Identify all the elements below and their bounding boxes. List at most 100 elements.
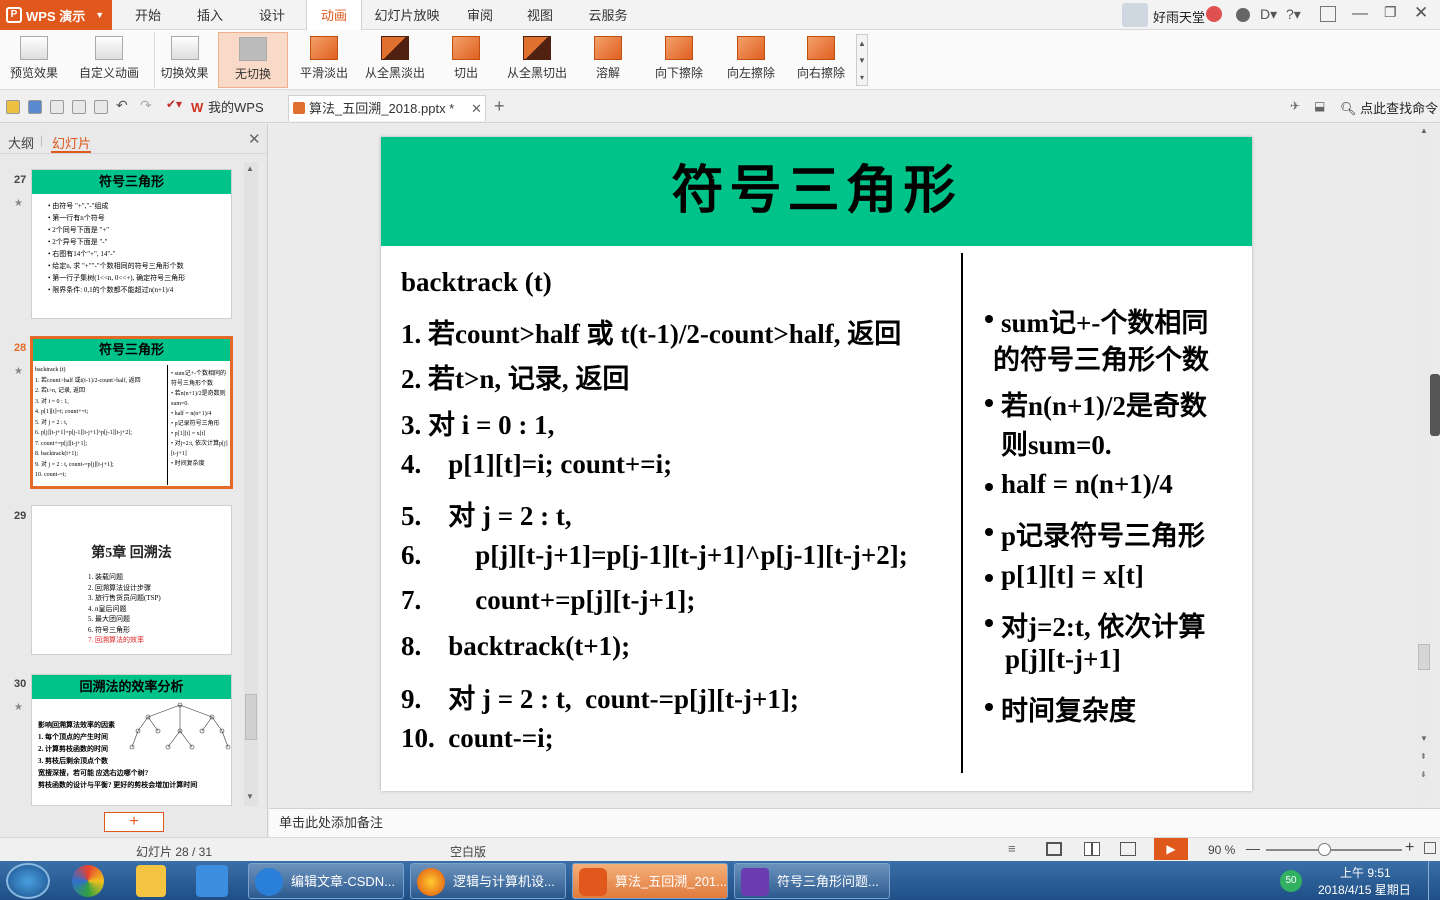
switch-effect-button[interactable]: 切换效果	[154, 32, 214, 88]
thumb-note: • 对j=2:t, 依次计算p[j][t-j+1]	[171, 441, 228, 457]
app-menu-button[interactable]: P WPS 演示 ▼	[0, 0, 112, 30]
app-icon[interactable]	[136, 865, 166, 897]
next-slide-icon[interactable]: ⇟	[1420, 770, 1427, 779]
scroll-down-icon[interactable]: ▼	[246, 792, 254, 801]
taskbar-item-vs[interactable]: 符号三角形问题...	[734, 863, 890, 899]
help-icon[interactable]: ?▾	[1286, 6, 1301, 23]
reading-view-icon[interactable]	[1120, 842, 1136, 856]
play-slideshow-icon[interactable]: ▶	[1154, 838, 1188, 860]
redo-icon[interactable]: ↷	[140, 97, 152, 114]
avatar[interactable]	[1122, 3, 1148, 27]
sorter-view-icon[interactable]	[1084, 842, 1100, 856]
gallery-scroll[interactable]: ▲ ▼ ▾	[856, 34, 868, 86]
code-line: 6. p[j][t-j+1]=p[j-1][t-j+1]^p[j-1][t-j+…	[401, 540, 908, 570]
panel-close-icon[interactable]: ✕	[248, 130, 261, 148]
scroll-up-icon[interactable]: ▲	[1420, 126, 1428, 135]
minimize-icon[interactable]: —	[1352, 5, 1368, 23]
tab-slides[interactable]: 幻灯片	[52, 133, 91, 152]
code-line: 4. p[1][t]=i; count+=i;	[401, 449, 673, 479]
transition-wipe-down[interactable]: 向下擦除	[648, 32, 710, 88]
side-handle[interactable]	[1430, 374, 1440, 436]
notes-toggle-icon[interactable]: ≡	[1008, 841, 1016, 856]
print-preview-icon[interactable]	[94, 100, 108, 114]
zoom-out-icon[interactable]: —	[1246, 840, 1260, 856]
notes-pane[interactable]: 单击此处添加备注	[269, 808, 1440, 837]
share-icon[interactable]: D▾	[1260, 6, 1277, 23]
messenger-icon[interactable]	[196, 865, 228, 897]
user-name[interactable]: 好雨天堂	[1153, 7, 1205, 26]
thumb-line: • 第一行有n个符号	[48, 214, 105, 222]
add-slide-button[interactable]: +	[104, 812, 164, 832]
pin-icon[interactable]: ✈	[1290, 99, 1300, 113]
clock-time[interactable]: 上午 9:51	[1340, 864, 1391, 881]
zoom-level[interactable]: 90 %	[1208, 843, 1235, 857]
show-desktop-button[interactable]	[1428, 861, 1440, 900]
bullet-dot	[985, 574, 993, 582]
start-button[interactable]	[6, 863, 50, 899]
close-icon[interactable]: ✕	[1414, 3, 1428, 23]
menu-insert[interactable]: 插入	[186, 0, 234, 30]
panel-scrollbar[interactable]: ▲ ▼	[244, 162, 258, 806]
transition-fade-black[interactable]: 从全黑淡出	[360, 32, 430, 88]
zoom-in-icon[interactable]: +	[1405, 839, 1414, 857]
transition-none[interactable]: 无切换	[218, 32, 288, 88]
slide-thumbnail-27[interactable]: 符号三角形 • 由符号 "+","-"组成 • 第一行有n个符号 • 2个同号下…	[31, 169, 232, 319]
preview-effect-button[interactable]: 预览效果	[4, 32, 64, 88]
zoom-slider-track[interactable]	[1266, 849, 1402, 851]
open-icon[interactable]	[6, 100, 20, 114]
transition-cut[interactable]: 切出	[438, 32, 494, 88]
slide-thumbnail-28[interactable]: 符号三角形 backtrack (t) 1. 若count>half 或t(t-…	[30, 336, 233, 489]
menu-home[interactable]: 开始	[124, 0, 172, 30]
custom-animation-button[interactable]: 自定义动画	[74, 32, 144, 88]
menu-slideshow[interactable]: 幻灯片放映	[370, 0, 444, 30]
browser-icon[interactable]	[72, 865, 104, 897]
menu-review[interactable]: 审阅	[456, 0, 504, 30]
document-tab-bar: ↶ ↷ ✔▾ W 我的WPS 算法_五回溯_2018.pptx * ✕ + ✈ …	[0, 91, 1440, 123]
export-pdf-icon[interactable]	[50, 100, 64, 114]
menu-design[interactable]: 设计	[248, 0, 296, 30]
editor-scroll-thumb[interactable]	[1418, 644, 1430, 670]
vip-icon[interactable]	[1206, 6, 1222, 22]
collapse-icon[interactable]: ⬓	[1314, 99, 1325, 113]
taskbar-item-wps[interactable]: 算法_五回溯_201...	[572, 863, 728, 899]
menu-view[interactable]: 视图	[516, 0, 564, 30]
clock-date[interactable]: 2018/4/15 星期日	[1318, 881, 1411, 898]
save-icon[interactable]	[28, 100, 42, 114]
maximize-icon[interactable]: ❐	[1384, 4, 1397, 21]
restore-ribbon-icon[interactable]	[1320, 6, 1336, 22]
tab-document[interactable]: 算法_五回溯_2018.pptx * ✕	[288, 95, 486, 121]
print-icon[interactable]	[72, 100, 86, 114]
prev-slide-icon[interactable]: ⇞	[1420, 752, 1427, 761]
slide-thumbnail-30[interactable]: 回溯法的效率分析 影响回溯算法效率的因素 1. 每个顶点的产生时间 2. 计算剪…	[31, 674, 232, 806]
transition-cut-black[interactable]: 从全黑切出	[500, 32, 574, 88]
skin-icon[interactable]	[1236, 8, 1250, 22]
fit-window-icon[interactable]	[1424, 842, 1436, 854]
search-command[interactable]: 🔍︎ 点此查找命令	[1340, 98, 1438, 117]
normal-view-icon[interactable]	[1046, 842, 1062, 856]
transition-fade[interactable]: 平滑淡出	[294, 32, 354, 88]
panel-scroll-thumb[interactable]	[245, 694, 257, 740]
transition-wipe-right[interactable]: 向右擦除	[790, 32, 852, 88]
customize-icon[interactable]: ✔▾	[166, 97, 182, 111]
zoom-slider-knob[interactable]	[1318, 843, 1331, 856]
thumb-line: • 给定n, 求 "+""-"个数相同的符号三角形个数	[48, 262, 184, 270]
tab-my-wps[interactable]: W 我的WPS	[188, 95, 284, 121]
taskbar-item-firefox[interactable]: 逻辑与计算机设...	[410, 863, 566, 899]
menu-cloud[interactable]: 云服务	[578, 0, 638, 30]
scroll-down-icon[interactable]: ▼	[1420, 734, 1428, 743]
transition-dissolve[interactable]: 溶解	[582, 32, 634, 88]
new-tab-icon[interactable]: +	[494, 96, 505, 117]
slide-thumbnail-29[interactable]: 第5章 回溯法 1. 装载问题 2. 回溯算法设计步骤 3. 旅行售货员问题(T…	[31, 505, 232, 655]
notes-placeholder: 单击此处添加备注	[279, 815, 384, 830]
tray-badge[interactable]: 50	[1280, 870, 1302, 892]
transition-wipe-left[interactable]: 向左擦除	[720, 32, 782, 88]
slide-canvas[interactable]: 符号三角形 backtrack (t) 1. 若count>half 或 t(t…	[381, 137, 1252, 791]
scroll-up-icon[interactable]: ▲	[246, 164, 254, 173]
undo-icon[interactable]: ↶	[116, 97, 128, 114]
menu-animation[interactable]: 动画	[306, 0, 362, 31]
tab-outline[interactable]: 大纲	[8, 133, 34, 152]
tab-close-icon[interactable]: ✕	[471, 96, 482, 122]
taskbar-item-csdn[interactable]: 编辑文章-CSDN...	[248, 863, 404, 899]
editor-scrollbar[interactable]: ▲ ▼ ⇞ ⇟	[1417, 124, 1431, 807]
slide-title[interactable]: 符号三角形	[381, 137, 1252, 246]
